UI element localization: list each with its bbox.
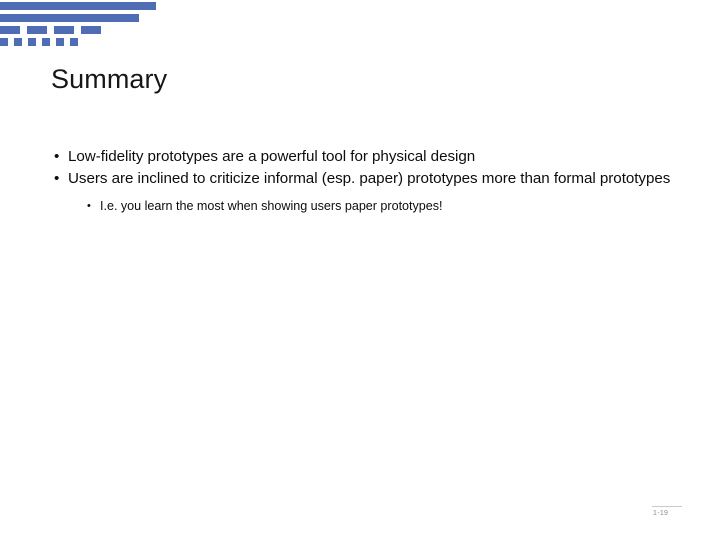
bullet-text: Users are inclined to criticize informal… bbox=[68, 170, 671, 187]
sub-bullet-text: I.e. you learn the most when showing use… bbox=[100, 199, 443, 213]
footer-divider bbox=[652, 506, 682, 507]
slide-title: Summary bbox=[51, 64, 168, 94]
bullet-marker: • bbox=[54, 170, 60, 187]
page-number: 1-19 bbox=[653, 510, 669, 517]
bullet-item: • Low-fidelity prototypes are a powerful… bbox=[52, 146, 672, 167]
sub-bullet-item: • I.e. you learn the most when showing u… bbox=[86, 197, 672, 215]
bullet-item: • Users are inclined to criticize inform… bbox=[52, 168, 672, 189]
sub-bullet-marker: • bbox=[87, 200, 91, 212]
decorative-bar-row-2 bbox=[0, 14, 139, 22]
decorative-square-segment bbox=[70, 38, 78, 46]
decorative-square-segment bbox=[28, 38, 36, 46]
decorative-bar-segment bbox=[81, 26, 101, 34]
decorative-bar-segment bbox=[0, 2, 156, 10]
decorative-bar-segment bbox=[27, 26, 47, 34]
slide-footer: 1-19 bbox=[648, 506, 702, 518]
decorative-square-segment bbox=[42, 38, 50, 46]
slide-canvas: Summary • Low-fidelity prototypes are a … bbox=[0, 0, 720, 540]
decorative-bars-motif bbox=[0, 0, 200, 52]
decorative-square-segment bbox=[0, 38, 8, 46]
decorative-square-segment bbox=[14, 38, 22, 46]
slide-body: • Low-fidelity prototypes are a powerful… bbox=[52, 146, 672, 215]
decorative-bar-row-1 bbox=[0, 2, 156, 10]
decorative-bar-segment bbox=[54, 26, 74, 34]
bullet-text: Low-fidelity prototypes are a powerful t… bbox=[68, 148, 476, 165]
decorative-bar-segment bbox=[0, 26, 20, 34]
decorative-bar-row-3 bbox=[0, 26, 101, 34]
decorative-bar-segment bbox=[0, 14, 139, 22]
decorative-bar-row-4 bbox=[0, 38, 78, 46]
decorative-square-segment bbox=[56, 38, 64, 46]
bullet-marker: • bbox=[54, 148, 60, 165]
